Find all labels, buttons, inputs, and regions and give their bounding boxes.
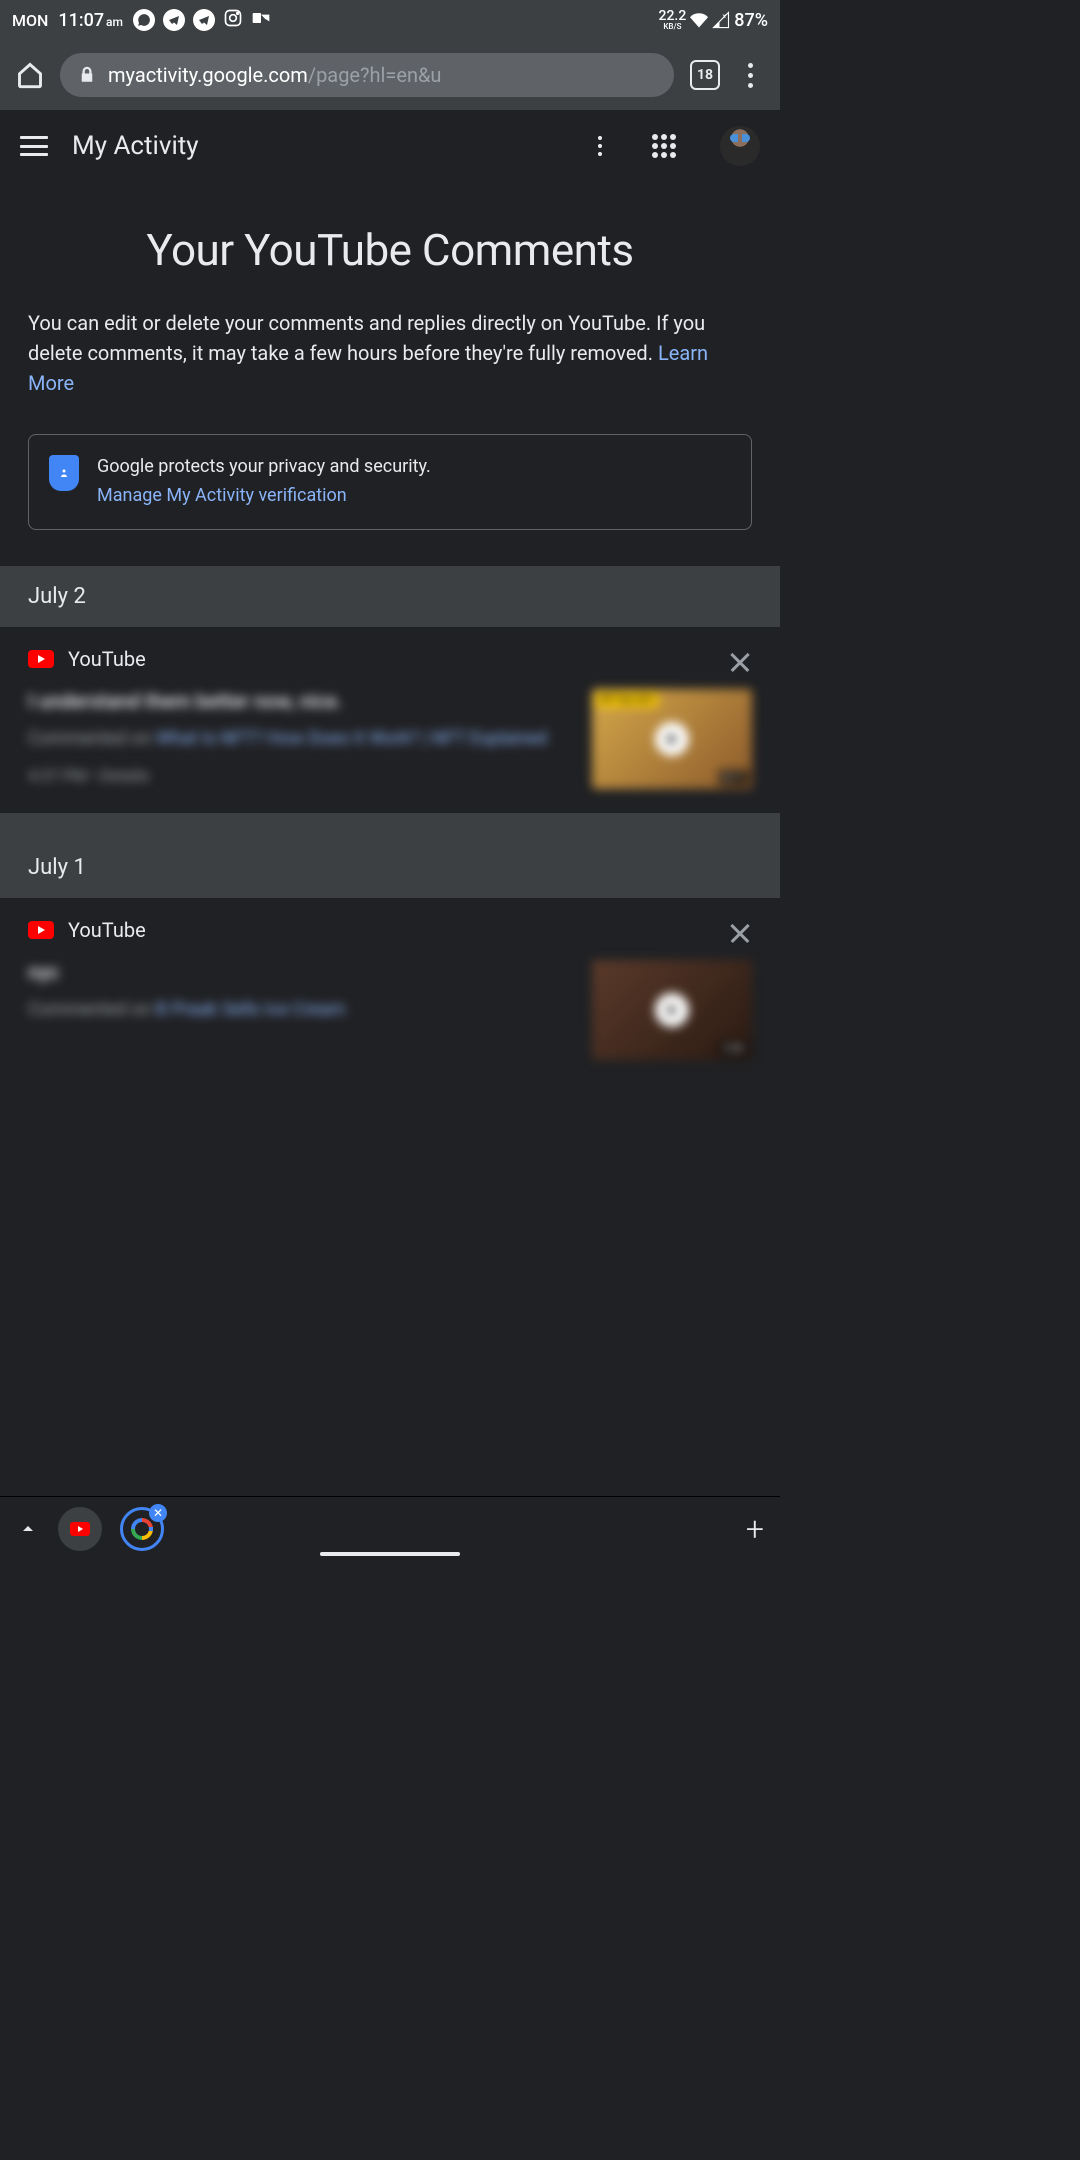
privacy-text: Google protects your privacy and securit… [97, 453, 431, 482]
lock-icon [78, 66, 96, 84]
manage-verification-link[interactable]: Manage My Activity verification [97, 482, 431, 511]
youtube-icon [28, 921, 54, 939]
tab-switcher[interactable]: 18 [690, 60, 720, 90]
comment-text: I understand them better now, nice. [28, 689, 574, 713]
status-ampm: am [106, 15, 123, 29]
source-label: YouTube [68, 647, 146, 671]
telegram-icon-2 [193, 9, 215, 31]
source-label: YouTube [68, 918, 146, 942]
activity-item: YouTube nyc Commented on B Praak Sells I… [0, 898, 780, 1084]
youtube-tab-button[interactable] [58, 1507, 102, 1551]
browser-menu-button[interactable] [736, 61, 764, 89]
youtube-icon [28, 650, 54, 668]
google-apps-button[interactable] [652, 134, 676, 158]
url-bar[interactable]: myactivity.google.com/page?hl=en&u [60, 53, 674, 97]
video-link[interactable]: What Is NFT? How Does It Work? | NFT Exp… [156, 728, 547, 749]
commented-on: Commented on What Is NFT? How Does It Wo… [28, 725, 574, 752]
item-meta: 4:37 PM • Details [28, 766, 574, 785]
video-thumbnail[interactable]: NFT Kya Hai? 8:11 [592, 689, 752, 789]
video-thumbnail[interactable]: 5:50 [592, 960, 752, 1060]
whatsapp-icon [133, 9, 155, 31]
commented-on: Commented on B Praak Sells Ice Cream [28, 996, 574, 1023]
google-tab-button[interactable]: ✕ [120, 1507, 164, 1551]
date-header-july-1: July 1 [0, 837, 780, 898]
account-avatar[interactable] [720, 126, 760, 166]
new-tab-button[interactable]: + [746, 1510, 764, 1548]
status-day: MON [12, 11, 48, 30]
comment-text: nyc [28, 960, 574, 984]
details-link[interactable]: Details [100, 766, 149, 785]
shield-icon [49, 455, 79, 491]
page-description: You can edit or delete your comments and… [28, 308, 752, 398]
url-path: /page?hl=en&u [308, 63, 442, 87]
page-more-button[interactable] [588, 134, 612, 158]
main-content: Your YouTube Comments You can edit or de… [0, 182, 780, 530]
outlook-icon [251, 8, 271, 32]
expand-tabs-button[interactable] [16, 1517, 40, 1541]
app-title: My Activity [72, 131, 564, 161]
page-title: Your YouTube Comments [28, 182, 752, 308]
network-speed: 22.2 KB/S [659, 9, 687, 31]
close-tab-badge[interactable]: ✕ [149, 1504, 167, 1522]
menu-button[interactable] [20, 136, 48, 156]
google-icon [131, 1518, 153, 1540]
url-domain: myactivity.google.com [108, 63, 308, 87]
delete-button[interactable] [728, 920, 752, 944]
home-button[interactable] [16, 61, 44, 89]
instagram-icon [223, 8, 243, 32]
delete-button[interactable] [728, 649, 752, 673]
signal-icon: x [712, 11, 730, 29]
video-link[interactable]: B Praak Sells Ice Cream [156, 999, 346, 1020]
status-time: 11:07 [58, 10, 104, 31]
app-header: My Activity [0, 110, 780, 182]
telegram-icon [163, 9, 185, 31]
browser-toolbar: myactivity.google.com/page?hl=en&u 18 [0, 40, 780, 110]
battery-percent: 87% [734, 10, 768, 31]
activity-item: YouTube I understand them better now, ni… [0, 627, 780, 813]
privacy-card: Google protects your privacy and securit… [28, 434, 752, 530]
date-header-july-2: July 2 [0, 566, 780, 627]
wifi-icon [690, 11, 708, 29]
home-indicator [320, 1552, 460, 1556]
svg-text:x: x [723, 12, 727, 20]
android-status-bar: MON 11:07 am 22.2 KB/S x 87% [0, 0, 780, 40]
bottom-tab-bar: ✕ + [0, 1496, 780, 1560]
